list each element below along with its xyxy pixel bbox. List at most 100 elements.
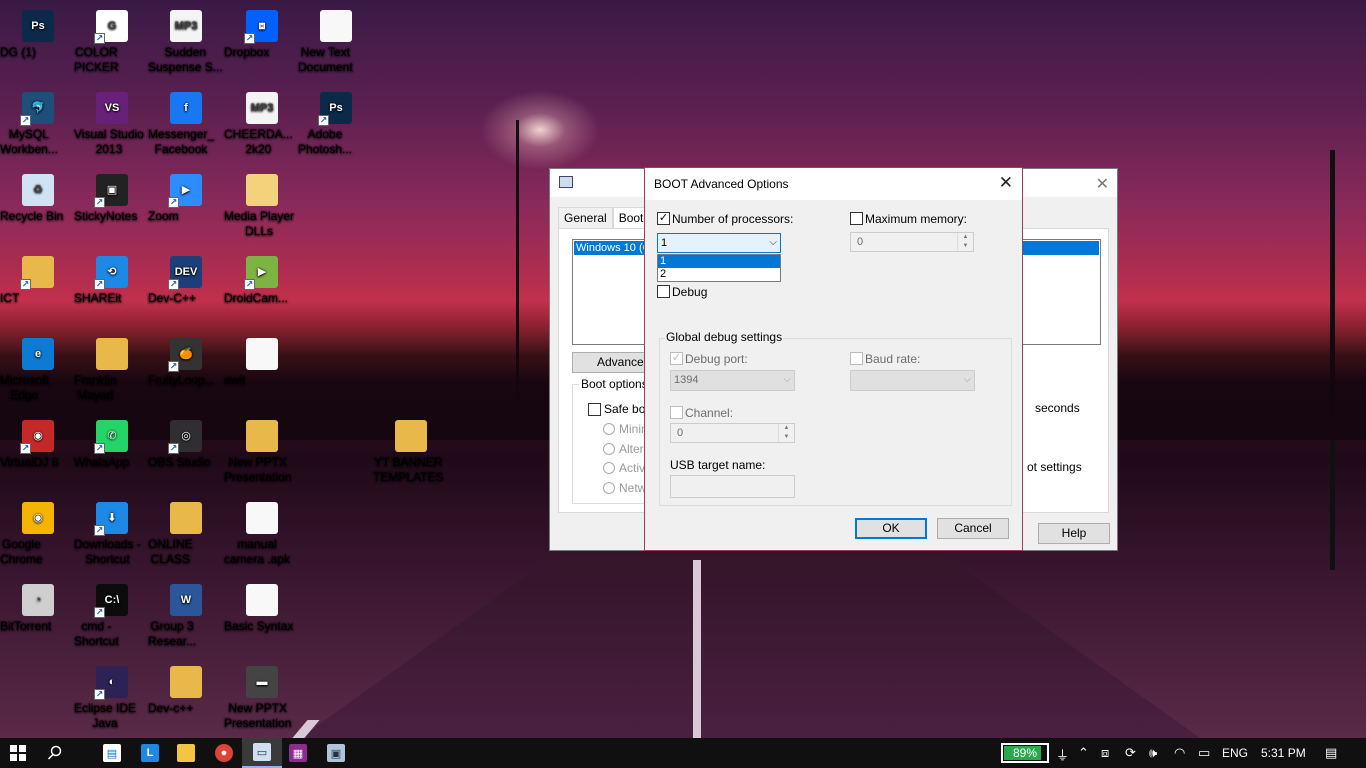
shortcut-arrow-icon: ↗ [94,197,105,208]
desktop-icon[interactable]: manual camera .apk [224,502,300,566]
desktop-icon[interactable]: Franklin Mayad [74,338,150,402]
desktop-icon[interactable]: e Microsoft Edge [0,338,76,402]
ok-button[interactable]: OK [855,518,927,539]
desktop-icon[interactable]: ◔ BitTorrent [0,584,76,633]
debug-checkbox[interactable] [657,285,670,298]
desktop-icon-label: OBS Studio [148,455,211,469]
processor-dropdown-list[interactable]: 1 2 [657,254,781,282]
app-l-taskbar-button[interactable]: L [130,738,170,768]
desktop-icon[interactable]: ▬ New PPTX Presentation [224,666,300,730]
chrome-taskbar-button[interactable]: ● [204,738,244,768]
desktop-icon[interactable]: G ↗ COLOR PICKER [74,10,150,74]
processor-option-1[interactable]: 1 [658,255,780,268]
syscfg-close-icon[interactable]: ✕ [1096,174,1109,194]
desktop-icon[interactable]: Basic Syntax [224,584,300,633]
search-button[interactable] [36,738,74,768]
boot-advanced-options-dialog[interactable]: BOOT Advanced Options ✕ ✓ Number of proc… [644,167,1023,551]
spinner-arrows-icon[interactable]: ▲ ▼ [957,233,973,251]
desktop-icon-label: COLOR PICKER [74,45,119,74]
desktop-icon[interactable]: ▶ ↗ Zoom [148,174,224,223]
desktop-icon[interactable]: ↗ ICT [0,256,76,305]
channel-checkbox[interactable] [670,406,683,419]
wifi-icon[interactable]: ◠ [1174,745,1185,761]
channel-spinner[interactable]: 0 ▲ ▼ [670,423,795,443]
desktop-icon[interactable]: ◉ ↗ VirtualDJ 8 [0,420,76,469]
desktop-icon[interactable]: ◎ ↗ OBS Studio [148,420,224,469]
desktop-icon[interactable]: Ps ↗ Adobe Photosh... [298,92,374,156]
l-app-icon: L [141,744,159,762]
debug-port-select[interactable]: 1394 ⌵ [670,370,795,391]
desktop-icon[interactable]: Media Player DLLs [224,174,300,238]
desktop-icon[interactable]: f Messenger_ Facebook [148,92,224,156]
desktop-icon[interactable]: VS Visual Studio 2013 [74,92,150,156]
help-button[interactable]: Help [1038,523,1110,544]
desktop-icon-image: ⧈ ↗ [244,10,278,44]
notifications-icon[interactable]: ▤ [1325,745,1337,761]
safe-boot-checkbox[interactable] [588,403,601,416]
alternate-shell-radio[interactable] [603,443,615,455]
clock[interactable]: 5:31 PM [1261,746,1306,760]
language-indicator[interactable]: ENG [1222,746,1248,760]
desktop-icon[interactable]: 🐬 ↗ MySQL Workben... [0,92,76,156]
msconfig-taskbar-button[interactable]: ▭ [242,738,282,768]
desktop-icon[interactable]: Dev-c++ [148,666,224,715]
chevron-up-icon[interactable]: ⌃ [1078,745,1089,761]
dialog-titlebar[interactable]: BOOT Advanced Options ✕ [645,168,1022,200]
desktop-icon-label: cmd - Shortcut [74,619,119,648]
volume-icon[interactable]: 🕪 [1149,745,1157,761]
desktop-icon[interactable]: ▣ ↗ StickyNotes [74,174,150,223]
battery-tray-icon[interactable]: ▭ [1198,745,1210,761]
active-directory-radio[interactable] [603,462,615,474]
desktop-icon[interactable]: ⟲ ↗ SHAREit [74,256,150,305]
spinner-arrows-icon[interactable]: ▲ ▼ [778,424,794,442]
desktop-icon[interactable]: W Group 3 Resear... [148,584,224,648]
boot-options-title: Boot options [579,377,650,391]
file-explorer-taskbar-button[interactable] [166,738,206,768]
processor-option-2[interactable]: 2 [658,268,780,281]
number-of-processors-select[interactable]: 1 ⌵ [657,233,781,253]
desktop-icon[interactable]: New PPTX Presentation [224,420,300,484]
power-plug-icon[interactable]: ⏚ [1056,745,1069,764]
desktop-icon[interactable]: ✆ ↗ WhatsApp [74,420,150,469]
desktop-icon[interactable]: ▶ ↗ DroidCam... [224,256,300,305]
network-radio[interactable] [603,482,615,494]
desktop-icon[interactable]: C:\ ↗ cmd - Shortcut [74,584,150,648]
usb-target-name-input[interactable] [670,475,795,498]
dropbox-tray-icon[interactable]: ⧈ [1101,745,1109,761]
dialog-close-icon[interactable]: ✕ [999,173,1013,193]
desktop-icon[interactable]: Ps DG (1) [0,10,76,59]
debug-port-checkbox[interactable]: ✓ [670,352,683,365]
cancel-button[interactable]: Cancel [937,518,1009,539]
desktop-icon-label: New PPTX Presentation [224,455,292,484]
winrar-taskbar-button[interactable]: ▦ [278,738,318,768]
baud-rate-label: Baud rate: [865,352,921,366]
desktop-icon[interactable]: ⧈ ↗ Dropbox [224,10,300,59]
number-of-processors-checkbox[interactable]: ✓ [657,212,670,225]
desktop-icon[interactable]: MP3 Sudden Suspense S... [148,10,224,74]
store-taskbar-button[interactable]: ▤ [92,738,132,768]
desktop-icon[interactable]: ⬇ ↗ Downloads - Shortcut [74,502,150,566]
maximum-memory-spinner[interactable]: 0 ▲ ▼ [850,232,974,252]
sync-tray-icon[interactable]: ⟳ [1125,745,1136,761]
desktop-icon[interactable]: MP3 CHEERDA... 2k20 [224,92,300,156]
desktop-icon[interactable]: New Text Document [298,10,374,74]
maximum-memory-checkbox[interactable] [850,212,863,225]
minimal-radio[interactable] [603,423,615,435]
tab-general[interactable]: General [558,207,613,229]
desktop-icon[interactable]: ◉ Google Chrome [0,502,76,566]
usb-target-name-label: USB target name: [670,458,766,472]
desktop-icon[interactable]: DEV ↗ Dev-C++ [148,256,224,305]
baud-rate-checkbox[interactable] [850,352,863,365]
baud-rate-select[interactable]: ⌵ [850,370,975,391]
desktop-icon[interactable]: ♻ Recycle Bin [0,174,76,223]
system-tool-taskbar-button[interactable]: ▣ [316,738,356,768]
desktop-icon[interactable]: 🍊 ↗ FruityLoop... [148,338,224,387]
desktop-icon[interactable]: YT BANNER TEMPLATES [373,420,449,484]
desktop-icon-image: ⟲ ↗ [94,256,128,290]
desktop-icon[interactable]: ONLINE CLASS [148,502,224,566]
desktop-icon-label: Eclipse IDE Java [74,701,137,730]
desktop-icon[interactable]: awit [224,338,300,387]
desktop-icon[interactable]: ◐ ↗ Eclipse IDE Java [74,666,150,730]
start-button[interactable] [0,738,36,768]
battery-indicator[interactable]: 89% [1001,743,1049,763]
